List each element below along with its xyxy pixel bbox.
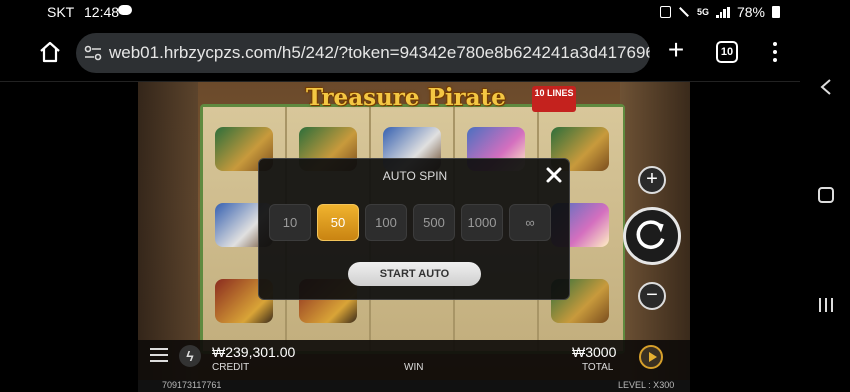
more-menu-icon[interactable] xyxy=(772,41,778,63)
game-info-bar: ϟ ₩239,301.00 CREDIT WIN ₩3000 TOTAL xyxy=(138,340,690,380)
total-bet-value: ₩3000 xyxy=(572,344,617,360)
spin-option-50[interactable]: 50 xyxy=(317,204,359,241)
new-tab-button[interactable]: + xyxy=(664,36,688,64)
battery-icon xyxy=(772,6,780,18)
status-bar: SKT 12:48 5G 78% xyxy=(0,0,800,24)
win-label: WIN xyxy=(404,362,424,373)
tab-switcher-button[interactable]: 10 xyxy=(716,41,738,63)
clock: 12:48 xyxy=(84,4,120,20)
total-label: TOTAL xyxy=(582,362,614,373)
credit-label: CREDIT xyxy=(212,362,250,373)
system-nav-bar xyxy=(800,0,850,392)
game-menu-icon[interactable] xyxy=(150,348,168,364)
recent-apps-icon[interactable] xyxy=(817,296,835,314)
lines-badge: 10 LINES xyxy=(532,86,576,112)
signal-icon xyxy=(715,6,730,18)
credit-value: ₩239,301.00 xyxy=(212,344,296,360)
spin-button[interactable] xyxy=(623,207,681,265)
cloud-icon xyxy=(118,5,132,15)
sim-icon xyxy=(659,6,671,18)
spin-option-100[interactable]: 100 xyxy=(365,204,407,241)
phone-screen: SKT 12:48 5G 78% web01.hrbzycpzs.com/h5/… xyxy=(0,0,850,392)
dialog-title: AUTO SPIN xyxy=(382,169,448,183)
site-settings-icon[interactable] xyxy=(84,45,102,61)
battery-percent: 78% xyxy=(736,4,765,20)
carrier-label: SKT xyxy=(47,4,75,20)
auto-spin-dialog: AUTO SPIN 10 50 100 500 1000 ∞ START AUT… xyxy=(258,158,570,300)
level-label: LEVEL : X300 xyxy=(618,380,675,390)
back-icon[interactable] xyxy=(819,78,833,96)
home-icon[interactable] xyxy=(38,40,62,64)
game-footer: 709173117761 LEVEL : X300 xyxy=(138,380,690,392)
address-bar[interactable]: web01.hrbzycpzs.com/h5/242/?token=94342e… xyxy=(76,33,650,73)
game-title: Treasure Pirate xyxy=(306,84,506,111)
spin-count-options: 10 50 100 500 1000 ∞ xyxy=(269,204,551,241)
autoplay-button[interactable] xyxy=(639,345,663,369)
start-auto-button[interactable]: START AUTO xyxy=(348,262,481,286)
bet-decrease-button[interactable]: − xyxy=(638,282,666,310)
spin-option-1000[interactable]: 1000 xyxy=(461,204,503,241)
spin-option-10[interactable]: 10 xyxy=(269,204,311,241)
close-icon[interactable] xyxy=(545,166,563,184)
browser-toolbar: web01.hrbzycpzs.com/h5/242/?token=94342e… xyxy=(0,24,800,82)
mute-icon xyxy=(678,6,690,18)
home-nav-icon[interactable] xyxy=(818,187,834,203)
bet-increase-button[interactable]: + xyxy=(638,166,666,194)
game-logo: Treasure Pirate 10 LINES xyxy=(306,84,576,114)
turbo-icon[interactable]: ϟ xyxy=(179,345,201,367)
status-icons: 5G 78% xyxy=(659,4,780,20)
url-text[interactable]: web01.hrbzycpzs.com/h5/242/?token=94342e… xyxy=(109,43,650,63)
network-label: 5G xyxy=(696,6,709,17)
game-session-id: 709173117761 xyxy=(162,380,222,390)
spin-option-infinite[interactable]: ∞ xyxy=(509,204,551,241)
spin-option-500[interactable]: 500 xyxy=(413,204,455,241)
